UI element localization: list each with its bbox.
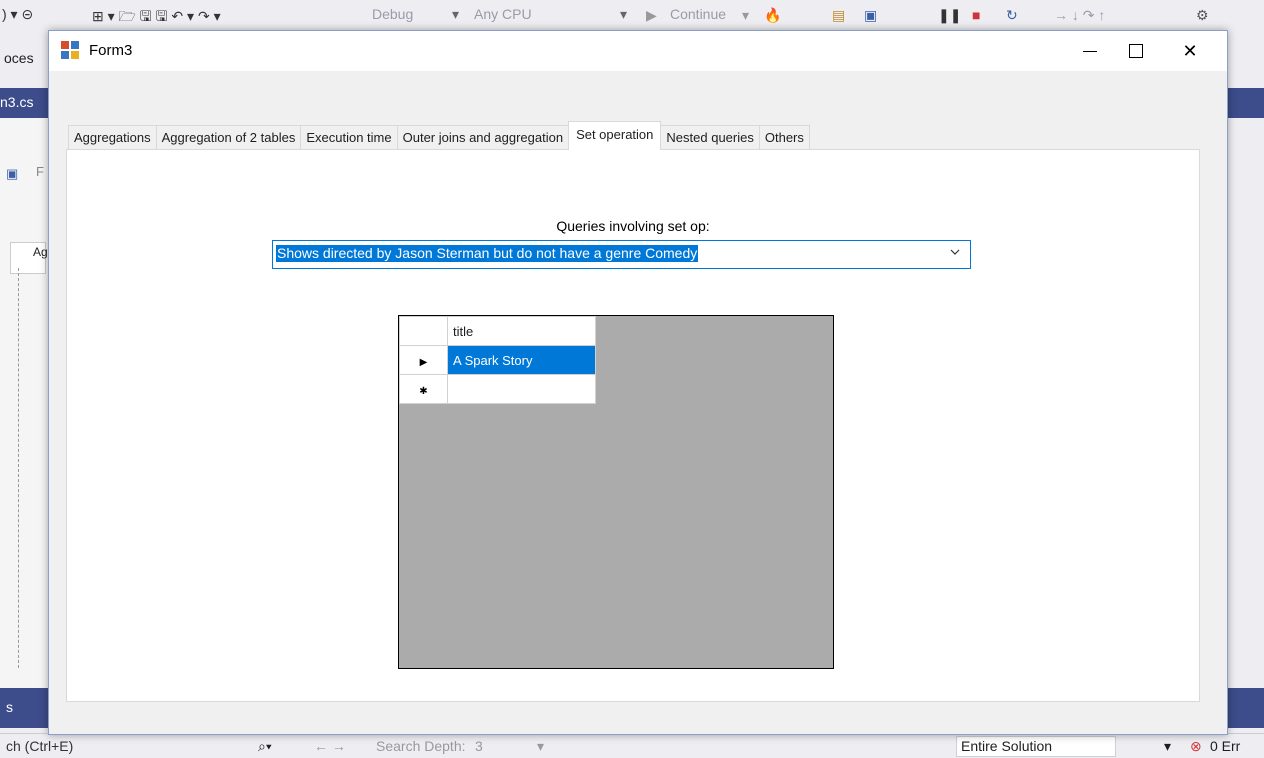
grid-cell-title[interactable] bbox=[447, 374, 596, 404]
grid-corner-cell[interactable] bbox=[399, 316, 448, 346]
search-depth-label: Search Depth: bbox=[376, 738, 466, 754]
maximize-icon bbox=[1129, 44, 1143, 58]
back-icon[interactable]: ← → bbox=[314, 738, 346, 754]
scope-dropdown[interactable]: Entire Solution bbox=[956, 736, 1116, 757]
grid-header-row: title bbox=[399, 316, 596, 346]
tab-others[interactable]: Others bbox=[758, 125, 810, 150]
vs-designer-side: ▣ F Ag bbox=[0, 118, 48, 688]
search-depth-chevron-icon[interactable]: ▾ bbox=[537, 738, 544, 755]
maximize-button[interactable] bbox=[1113, 31, 1159, 71]
table-row-new[interactable]: ✱ bbox=[399, 374, 596, 404]
tab-outer-joins-and-aggregation[interactable]: Outer joins and aggregation bbox=[396, 125, 570, 150]
error-icon[interactable]: ⊗ bbox=[1190, 738, 1202, 755]
continue-button[interactable]: Continue bbox=[670, 6, 726, 22]
hot-reload-icon[interactable]: 🔥 bbox=[764, 7, 781, 24]
close-icon: ✕ bbox=[1182, 40, 1198, 61]
step-icons[interactable]: → ↓ ↷ ↑ bbox=[1054, 7, 1105, 24]
tab-aggregations[interactable]: Aggregations bbox=[68, 125, 157, 150]
query-select[interactable]: Shows directed by Jason Sterman but do n… bbox=[272, 240, 971, 269]
table-row[interactable]: ▶ A Spark Story bbox=[399, 345, 596, 375]
current-row-icon: ▶ bbox=[419, 356, 428, 368]
query-select-value: Shows directed by Jason Sterman but do n… bbox=[276, 245, 699, 262]
column-header-title[interactable]: title bbox=[447, 316, 596, 346]
config-dropdown[interactable]: Debug bbox=[372, 6, 413, 22]
minimize-icon bbox=[1083, 50, 1097, 52]
search-icon[interactable]: ⌕▾ bbox=[258, 738, 272, 755]
window-icon[interactable]: ▣ bbox=[864, 7, 877, 24]
designer-fragment: F bbox=[36, 164, 44, 179]
error-count[interactable]: 0 Err bbox=[1210, 738, 1240, 754]
form-window: Form3 ✕ Aggregations Aggregation of 2 ta… bbox=[48, 30, 1228, 735]
query-label: Queries involving set op: bbox=[556, 218, 710, 234]
results-table: title ▶ A Spark Story ✱ bbox=[399, 316, 596, 404]
tab-nested-queries[interactable]: Nested queries bbox=[660, 125, 760, 150]
search-input[interactable]: ch (Ctrl+E) bbox=[6, 738, 73, 754]
tools-icon[interactable]: ⚙ bbox=[1196, 7, 1209, 24]
designer-selection-frame bbox=[18, 268, 35, 668]
vs-search-bar: ch (Ctrl+E) ⌕▾ ← → Search Depth: 3 ▾ Ent… bbox=[0, 733, 1264, 758]
window-title: Form3 bbox=[89, 42, 133, 59]
restart-icon[interactable]: ↻ bbox=[1006, 7, 1018, 24]
tab-set-operation[interactable]: Set operation bbox=[568, 121, 662, 150]
vs-toolbar: ) ▾ ⊝ ⊞ ▾ 🗁 🖫 🖫 ↶ ▾ ↷ ▾ Debug ▾ Any CPU … bbox=[0, 0, 1264, 30]
close-button[interactable]: ✕ bbox=[1167, 31, 1213, 71]
continue-play-icon[interactable]: ▶ bbox=[646, 7, 657, 24]
search-depth-value[interactable]: 3 bbox=[475, 738, 483, 754]
continue-chevron-icon[interactable]: ▾ bbox=[742, 7, 749, 24]
minimize-button[interactable] bbox=[1067, 31, 1113, 71]
scope-value: Entire Solution bbox=[961, 738, 1053, 754]
undo-icon[interactable]: ) ▾ ⊝ bbox=[2, 6, 33, 23]
platform-chevron-icon[interactable]: ▾ bbox=[620, 6, 627, 23]
set-operation-panel: Queries involving set op: Shows directed… bbox=[66, 149, 1200, 702]
form-app-icon bbox=[61, 41, 79, 59]
platform-dropdown[interactable]: Any CPU bbox=[474, 6, 532, 22]
new-row-icon: ✱ bbox=[419, 385, 428, 397]
form-designer-icon: ▣ bbox=[6, 166, 19, 181]
results-grid[interactable]: title ▶ A Spark Story ✱ bbox=[398, 315, 834, 669]
titlebar[interactable]: Form3 ✕ bbox=[49, 31, 1227, 71]
config-chevron-icon[interactable]: ▾ bbox=[452, 6, 459, 23]
folder-icon[interactable]: ▤ bbox=[832, 7, 845, 24]
vs-document-tab[interactable]: n3.cs bbox=[0, 94, 33, 110]
pause-icon[interactable]: ❚❚ bbox=[938, 7, 961, 24]
vs-bottom-fragment: s bbox=[6, 699, 13, 715]
row-header[interactable]: ▶ bbox=[399, 345, 448, 375]
tab-execution-time[interactable]: Execution time bbox=[300, 125, 398, 150]
tab-strip: Aggregations Aggregation of 2 tables Exe… bbox=[68, 121, 810, 150]
designer-tab-label: Ag bbox=[33, 245, 48, 259]
chevron-down-icon[interactable] bbox=[950, 247, 960, 257]
scope-chevron-icon[interactable]: ▾ bbox=[1164, 738, 1171, 755]
row-header[interactable]: ✱ bbox=[399, 374, 448, 404]
stop-icon[interactable]: ■ bbox=[972, 7, 980, 23]
grid-cell-title[interactable]: A Spark Story bbox=[447, 345, 596, 375]
vs-process-label: oces bbox=[4, 50, 34, 66]
toolbar-icons[interactable]: ⊞ ▾ 🗁 🖫 🖫 ↶ ▾ ↷ ▾ bbox=[92, 6, 221, 30]
tab-aggregation-of-2-tables[interactable]: Aggregation of 2 tables bbox=[155, 125, 302, 150]
